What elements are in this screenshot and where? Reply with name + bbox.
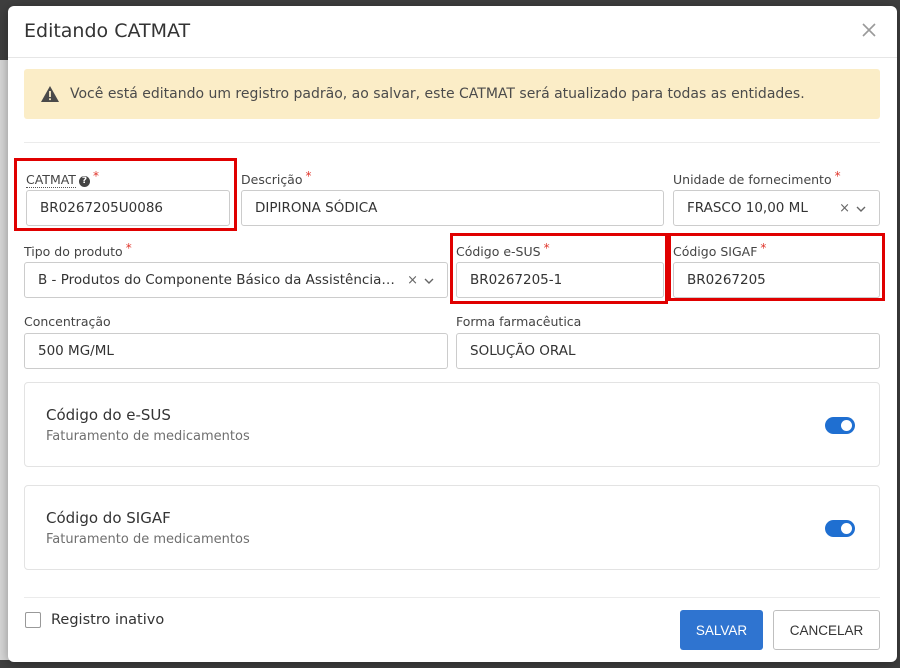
- toggle-card-sigaf: Código do SIGAF Faturamento de medicamen…: [24, 485, 880, 570]
- descricao-label: Descrição *: [241, 169, 312, 187]
- highlight-box-sigaf: [668, 233, 885, 301]
- alert-text: Você está editando um registro padrão, a…: [70, 86, 805, 102]
- highlight-box-catmat: [14, 158, 237, 231]
- descricao-input[interactable]: DIPIRONA SÓDICA: [241, 190, 664, 226]
- concentracao-input[interactable]: 500 MG/ML: [24, 333, 448, 369]
- clear-icon[interactable]: ×: [407, 273, 418, 288]
- inactive-label: Registro inativo: [51, 612, 165, 628]
- edit-catmat-modal: Editando CATMAT Você está editando um re…: [8, 6, 897, 662]
- toggle-subtitle: Faturamento de medicamentos: [46, 532, 250, 547]
- inactive-checkbox[interactable]: [25, 612, 41, 628]
- clear-icon[interactable]: ×: [839, 201, 850, 216]
- tipo-select[interactable]: B - Produtos do Componente Básico da Ass…: [24, 262, 448, 298]
- toggle-title: Código do SIGAF: [46, 509, 171, 527]
- cancel-button[interactable]: CANCELAR: [773, 610, 880, 650]
- modal-header: Editando CATMAT: [8, 6, 897, 58]
- close-icon[interactable]: [859, 21, 879, 41]
- inactive-checkbox-row[interactable]: Registro inativo: [25, 612, 164, 628]
- toggle-subtitle: Faturamento de medicamentos: [46, 429, 250, 444]
- unidade-label: Unidade de fornecimento *: [673, 169, 841, 187]
- unidade-select[interactable]: FRASCO 10,00 ML ×: [673, 190, 880, 226]
- modal-title: Editando CATMAT: [24, 20, 191, 42]
- save-button[interactable]: SALVAR: [680, 610, 763, 650]
- chevron-down-icon[interactable]: [424, 273, 434, 288]
- sigaf-toggle-switch[interactable]: [825, 520, 855, 537]
- chevron-down-icon[interactable]: [856, 201, 866, 216]
- switch-knob: [841, 420, 852, 431]
- forma-input[interactable]: SOLUÇÃO ORAL: [456, 333, 880, 369]
- toggle-title: Código do e-SUS: [46, 406, 171, 424]
- warning-triangle-icon: [40, 85, 60, 103]
- divider: [24, 142, 880, 143]
- forma-label: Forma farmacêutica: [456, 314, 582, 329]
- toggle-card-esus: Código do e-SUS Faturamento de medicamen…: [24, 382, 880, 467]
- esus-toggle-switch[interactable]: [825, 417, 855, 434]
- tipo-label: Tipo do produto *: [24, 241, 132, 259]
- warning-alert: Você está editando um registro padrão, a…: [24, 69, 880, 119]
- highlight-box-esus: [450, 233, 668, 304]
- footer-divider: [24, 597, 880, 598]
- switch-knob: [841, 523, 852, 534]
- concentracao-label: Concentração: [24, 314, 111, 329]
